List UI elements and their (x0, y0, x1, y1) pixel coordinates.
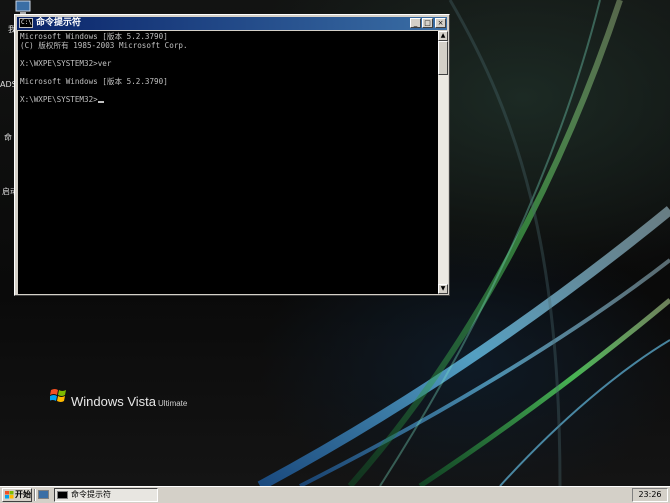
maximize-button[interactable]: □ (422, 18, 433, 28)
show-desktop-icon[interactable] (38, 490, 49, 499)
windows-logo-icon (5, 491, 14, 499)
desktop-icon-label[interactable]: 命 (4, 132, 12, 143)
close-button[interactable]: × (435, 18, 446, 28)
window-titlebar[interactable]: C:\ 命令提示符 _ □ × (17, 17, 447, 30)
cmd-app-icon[interactable]: C:\ (19, 18, 33, 28)
vertical-scrollbar[interactable]: ▲ ▼ (438, 31, 448, 294)
window-title: 命令提示符 (36, 18, 82, 28)
scroll-down-arrow-icon[interactable]: ▼ (438, 284, 448, 294)
system-tray: 23:26 (632, 488, 668, 502)
taskbar-item-label: 命令提示符 (71, 490, 111, 499)
console-output[interactable]: Microsoft Windows [版本 5.2.3790] (C) 版权所有… (18, 31, 438, 294)
start-label: 开始 (15, 490, 31, 499)
start-button[interactable]: 开始 (2, 488, 32, 502)
minimize-button[interactable]: _ (410, 18, 421, 28)
scroll-up-arrow-icon[interactable]: ▲ (438, 31, 448, 41)
console-prompt-line[interactable]: X:\WXPE\SYSTEM32> (20, 95, 188, 104)
text-cursor (97, 101, 104, 103)
console-line: (C) 版权所有 1985-2003 Microsoft Corp. (20, 41, 188, 50)
console-prompt: X:\WXPE\SYSTEM32> (20, 95, 98, 104)
console-line: Microsoft Windows [版本 5.2.3790] (20, 32, 168, 41)
taskbar: 开始 命令提示符 23:26 (0, 486, 670, 503)
vista-edition-text: Ultimate (158, 399, 188, 408)
desktop: 我 ADS 命 启动 Windows Vista Ultimate C:\ 命令提… (0, 0, 670, 486)
scrollbar-thumb[interactable] (438, 41, 448, 75)
windows-flag-icon (50, 389, 66, 402)
command-prompt-window[interactable]: C:\ 命令提示符 _ □ × Microsoft Windows [版本 5.… (14, 14, 450, 296)
cmd-app-icon (57, 491, 68, 499)
taskbar-item-command-prompt[interactable]: 命令提示符 (54, 488, 158, 502)
console-line: Microsoft Windows [版本 5.2.3790] (20, 77, 168, 86)
console-line: X:\WXPE\SYSTEM32>ver (20, 59, 112, 68)
clock[interactable]: 23:26 (633, 489, 667, 501)
quicklaunch-divider (34, 489, 36, 501)
vista-brand-text: Windows Vista (71, 394, 157, 409)
